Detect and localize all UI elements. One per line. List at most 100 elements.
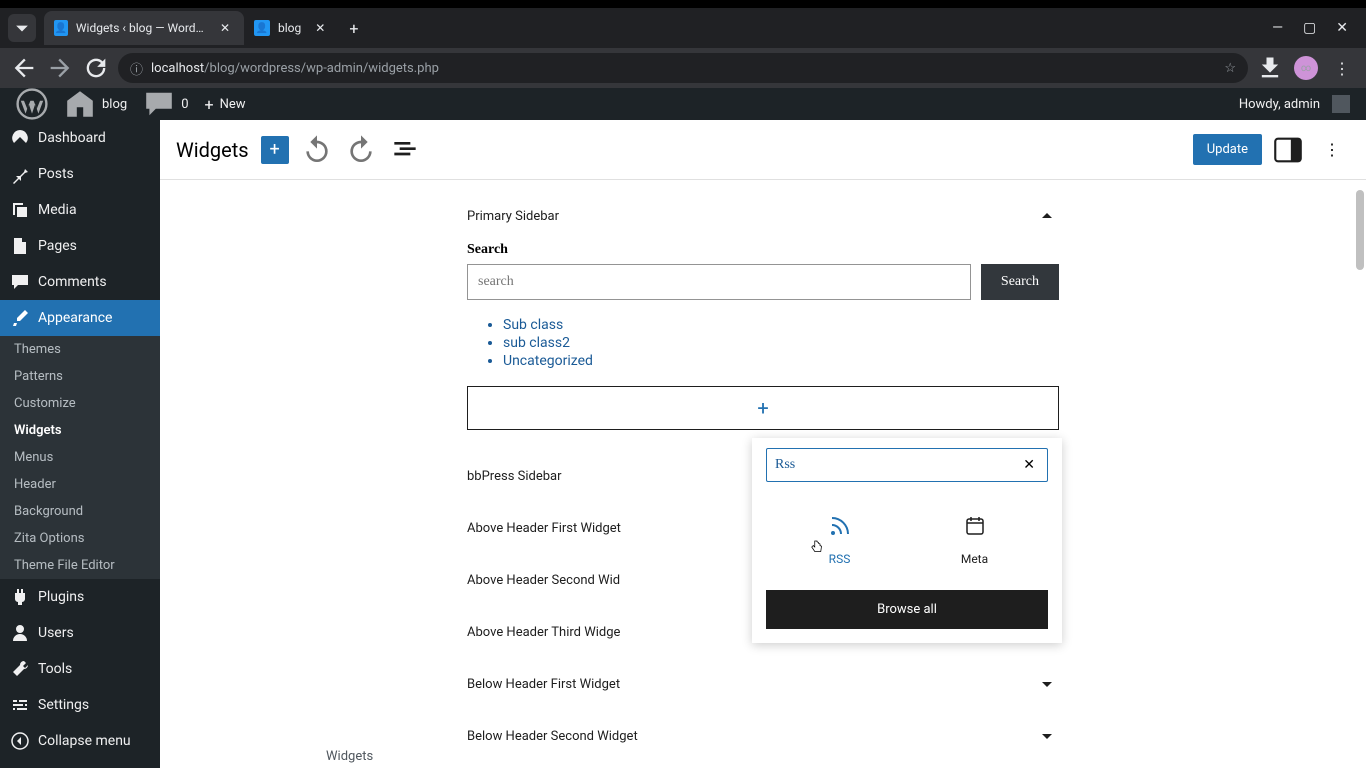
media-icon <box>10 200 30 220</box>
back-button[interactable] <box>10 54 38 82</box>
submenu-background[interactable]: Background <box>0 498 160 525</box>
area-primary-sidebar[interactable]: Primary Sidebar <box>467 190 1059 242</box>
dashboard-icon <box>10 128 30 148</box>
inserter-block-label: Meta <box>961 552 988 566</box>
sidebar-item-label: Tools <box>38 661 72 677</box>
sidebar-item-comments[interactable]: Comments <box>0 264 160 300</box>
minimize-button[interactable]: — <box>1272 20 1283 36</box>
site-info-icon[interactable]: ⓘ <box>130 59 143 78</box>
inserter-search-input[interactable] <box>775 457 1019 473</box>
site-link[interactable]: blog <box>56 88 135 120</box>
sidebar-item-media[interactable]: Media <box>0 192 160 228</box>
search-label: Search <box>467 242 1059 258</box>
area-below-header-2[interactable]: Below Header Second Widget <box>467 710 1059 762</box>
more-options-button[interactable]: ⋮ <box>1314 132 1350 168</box>
collapse-icon <box>10 731 30 751</box>
sidebar-item-label: Users <box>38 625 74 641</box>
browser-menu-icon[interactable]: ⋮ <box>1328 59 1356 78</box>
categories-block[interactable]: Sub class sub class2 Uncategorized <box>467 316 1059 386</box>
wp-logo-icon[interactable] <box>8 88 56 120</box>
redo-button[interactable] <box>345 134 377 166</box>
sidebar-item-posts[interactable]: Posts <box>0 156 160 192</box>
add-block-button[interactable]: + <box>261 136 289 164</box>
wordpress-favicon: 👤 <box>54 20 68 36</box>
sliders-icon <box>10 695 30 715</box>
submenu-customize[interactable]: Customize <box>0 390 160 417</box>
sidebar-item-label: Posts <box>38 166 74 182</box>
area-title: Primary Sidebar <box>467 209 559 224</box>
close-tab-icon[interactable]: ✕ <box>311 19 329 37</box>
search-input[interactable] <box>467 264 971 300</box>
area-below-header-3[interactable]: Below Header Third Widget <box>467 762 1059 768</box>
sidebar-item-pages[interactable]: Pages <box>0 228 160 264</box>
url-path: /blog/wordpress/wp-admin/widgets.php <box>204 61 439 76</box>
search-block[interactable]: Search Search <box>467 242 1059 316</box>
undo-button[interactable] <box>301 134 333 166</box>
settings-panel-button[interactable] <box>1270 132 1306 168</box>
area-title: Below Header First Widget <box>467 677 620 692</box>
page-icon <box>10 236 30 256</box>
forward-button[interactable] <box>46 54 74 82</box>
sidebar-item-label: Collapse menu <box>38 733 131 749</box>
block-inserter-popover: ✕ RSS Meta Brow <box>752 438 1062 643</box>
bookmark-icon[interactable]: ☆ <box>1224 61 1236 76</box>
howdy-text: Howdy, admin <box>1239 97 1320 112</box>
wp-admin-bar: blog 0 + New Howdy, admin <box>0 88 1366 120</box>
comments-link[interactable]: 0 <box>135 88 196 120</box>
submenu-widgets[interactable]: Widgets <box>0 417 160 444</box>
downloads-icon[interactable] <box>1256 54 1284 82</box>
sidebar-item-dashboard[interactable]: Dashboard <box>0 120 160 156</box>
category-link[interactable]: Sub class <box>503 316 1059 334</box>
submenu-theme-file-editor[interactable]: Theme File Editor <box>0 552 160 579</box>
submenu-header[interactable]: Header <box>0 471 160 498</box>
inserter-block-meta[interactable]: Meta <box>928 506 1022 574</box>
sidebar-item-settings[interactable]: Settings <box>0 687 160 723</box>
sidebar-item-plugins[interactable]: Plugins <box>0 579 160 615</box>
clear-search-icon[interactable]: ✕ <box>1019 455 1039 475</box>
search-button[interactable]: Search <box>981 264 1059 300</box>
browser-tab[interactable]: 👤 blog ✕ <box>244 11 339 45</box>
area-below-header-1[interactable]: Below Header First Widget <box>467 658 1059 710</box>
update-button[interactable]: Update <box>1193 134 1262 165</box>
submenu-themes[interactable]: Themes <box>0 336 160 363</box>
category-link[interactable]: Uncategorized <box>503 352 1059 370</box>
brush-icon <box>10 308 30 328</box>
scrollbar-thumb[interactable] <box>1356 190 1364 270</box>
sidebar-collapse[interactable]: Collapse menu <box>0 723 160 759</box>
inserter-search[interactable]: ✕ <box>766 448 1048 482</box>
category-link[interactable]: sub class2 <box>503 334 1059 352</box>
user-icon <box>10 623 30 643</box>
submenu-patterns[interactable]: Patterns <box>0 363 160 390</box>
profile-button[interactable]: ∞ <box>1292 56 1320 80</box>
browse-all-button[interactable]: Browse all <box>766 590 1048 629</box>
sidebar-item-label: Pages <box>38 238 77 254</box>
plug-icon <box>10 587 30 607</box>
submenu-menus[interactable]: Menus <box>0 444 160 471</box>
maximize-button[interactable]: ▢ <box>1303 20 1316 36</box>
list-view-button[interactable] <box>389 134 421 166</box>
avatar <box>1332 95 1350 113</box>
sidebar-item-appearance[interactable]: Appearance <box>0 300 160 336</box>
sidebar-item-label: Media <box>38 202 77 218</box>
url-input[interactable]: ⓘ localhost/blog/wordpress/wp-admin/widg… <box>118 53 1248 83</box>
close-tab-icon[interactable]: ✕ <box>216 19 234 37</box>
sidebar-item-label: Dashboard <box>38 130 106 146</box>
tab-search-button[interactable] <box>8 14 36 42</box>
comments-count: 0 <box>181 97 188 112</box>
close-window-button[interactable]: ✕ <box>1336 20 1348 36</box>
sidebar-item-label: Settings <box>38 697 89 713</box>
inserter-block-rss[interactable]: RSS <box>793 506 887 574</box>
block-appender[interactable]: + <box>467 386 1059 430</box>
appearance-submenu: Themes Patterns Customize Widgets Menus … <box>0 336 160 579</box>
browser-tab[interactable]: 👤 Widgets ‹ blog — WordPress ✕ <box>44 11 244 45</box>
new-tab-button[interactable]: + <box>339 19 368 38</box>
new-content-link[interactable]: + New <box>197 88 254 120</box>
chevron-down-icon <box>1035 724 1059 748</box>
sidebar-item-users[interactable]: Users <box>0 615 160 651</box>
submenu-zita[interactable]: Zita Options <box>0 525 160 552</box>
sidebar-item-tools[interactable]: Tools <box>0 651 160 687</box>
reload-button[interactable] <box>82 54 110 82</box>
area-title: Above Header First Widget <box>467 521 621 536</box>
account-link[interactable]: Howdy, admin <box>1231 95 1358 113</box>
pin-icon <box>10 164 30 184</box>
